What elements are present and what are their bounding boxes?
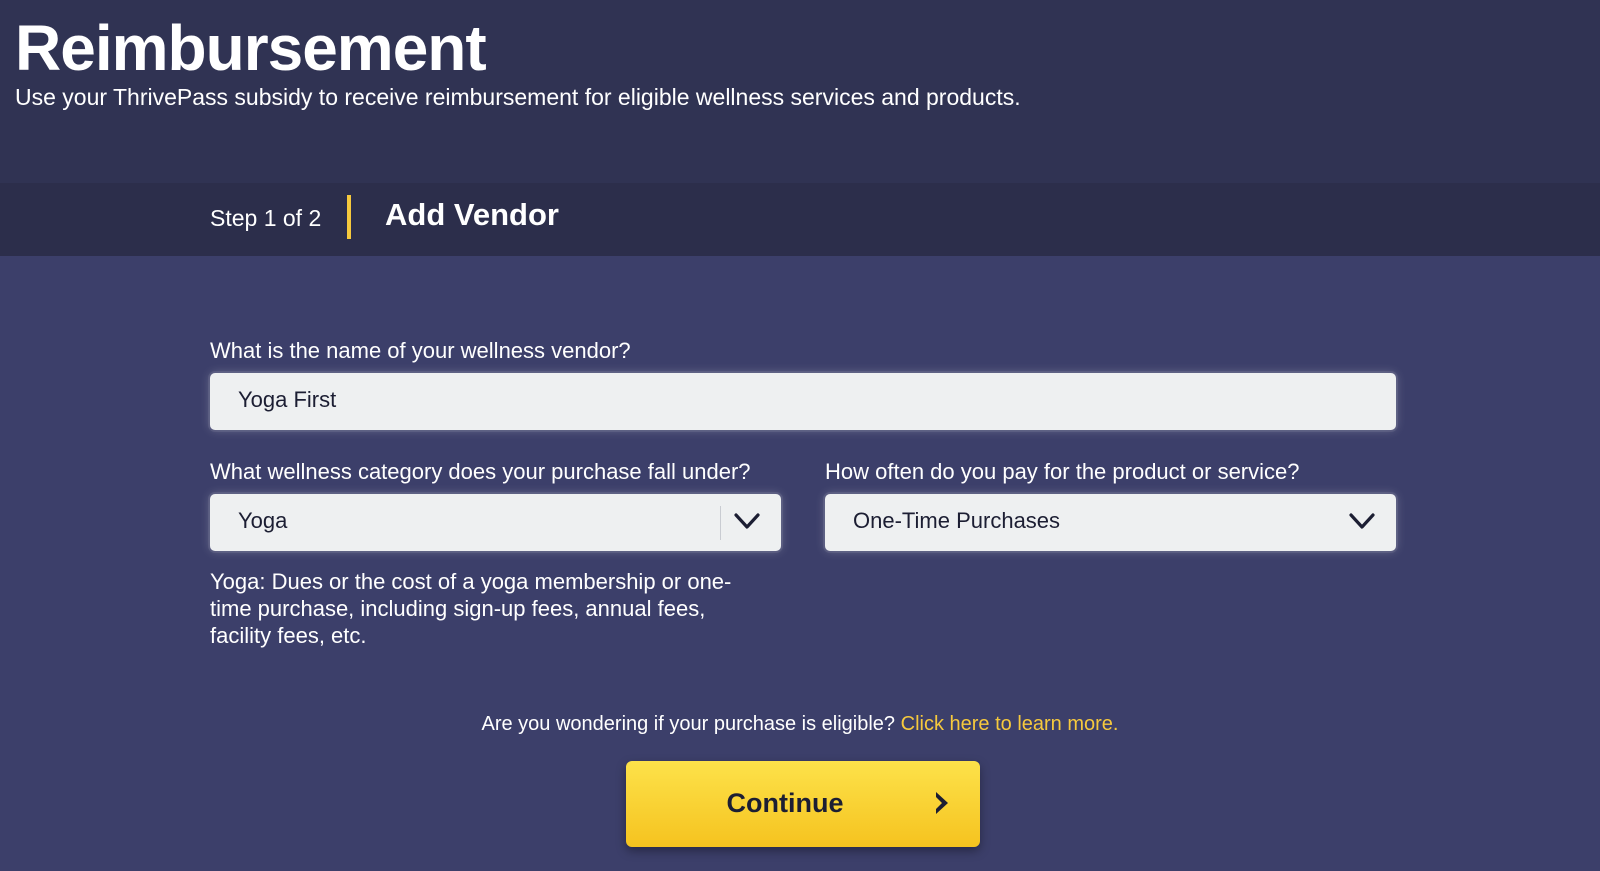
frequency-select[interactable]: One-Time Purchases [825, 494, 1396, 551]
step-counter: Step 1 of 2 [210, 205, 322, 231]
category-description: Yoga: Dues or the cost of a yoga members… [210, 569, 732, 648]
category-label: What wellness category does your purchas… [210, 459, 751, 484]
vendor-name-label: What is the name of your wellness vendor… [210, 338, 631, 363]
category-select[interactable]: Yoga [210, 494, 781, 551]
continue-label: Continue [726, 788, 844, 818]
step-bar: Step 1 of 2 Add Vendor [0, 183, 1600, 256]
continue-button[interactable]: Continue [626, 761, 980, 847]
chevron-down-icon[interactable] [733, 507, 761, 535]
frequency-label: How often do you pay for the product or … [825, 459, 1300, 484]
chevron-down-icon[interactable] [1348, 507, 1376, 535]
step-divider [347, 195, 351, 239]
learn-more-link[interactable]: Click here to learn more. [901, 713, 1119, 735]
vendor-name-input[interactable]: Yoga First [210, 373, 1396, 430]
page-subtitle: Use your ThrivePass subsidy to receive r… [15, 84, 1021, 110]
eligibility-prompt: Are you wondering if your purchase is el… [0, 713, 1600, 736]
eligibility-question: Are you wondering if your purchase is el… [481, 713, 896, 735]
page-title: Reimbursement [15, 12, 487, 84]
vendor-name-value: Yoga First [238, 387, 337, 412]
chevron-right-icon [936, 792, 948, 814]
frequency-selected-value: One-Time Purchases [853, 508, 1061, 533]
category-selected-value: Yoga [238, 508, 288, 533]
select-separator [720, 506, 721, 540]
step-title: Add Vendor [385, 197, 559, 232]
page-header: Reimbursement Use your ThrivePass subsid… [0, 0, 1600, 183]
